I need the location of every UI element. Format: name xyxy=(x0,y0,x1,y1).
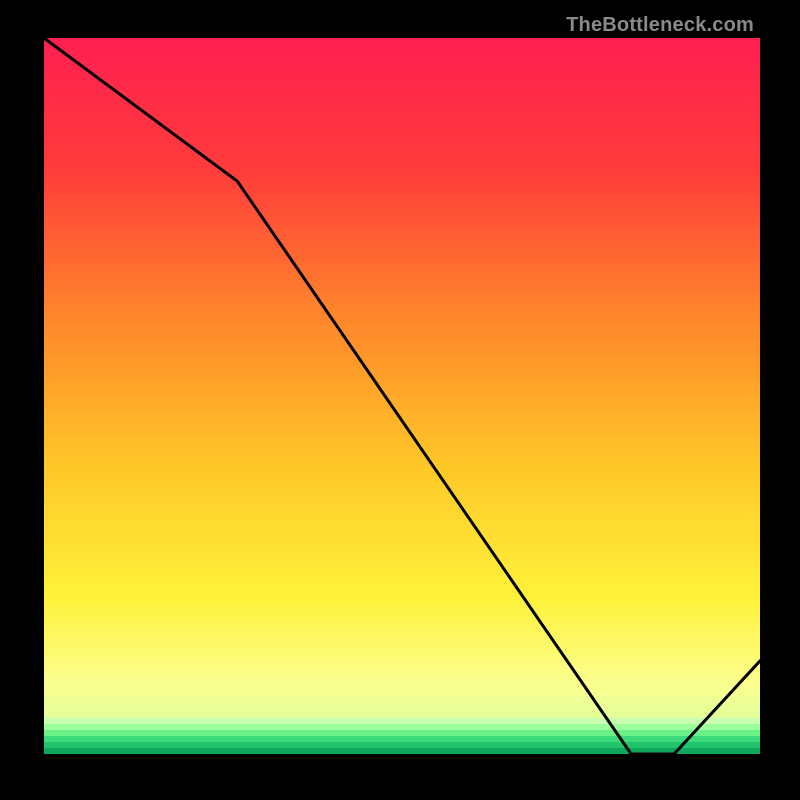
curve-layer xyxy=(44,38,760,754)
watermark-label: TheBottleneck.com xyxy=(566,14,754,37)
bottleneck-curve xyxy=(44,38,760,754)
plot-area xyxy=(44,38,760,754)
chart-stage: TheBottleneck.com xyxy=(0,0,800,800)
